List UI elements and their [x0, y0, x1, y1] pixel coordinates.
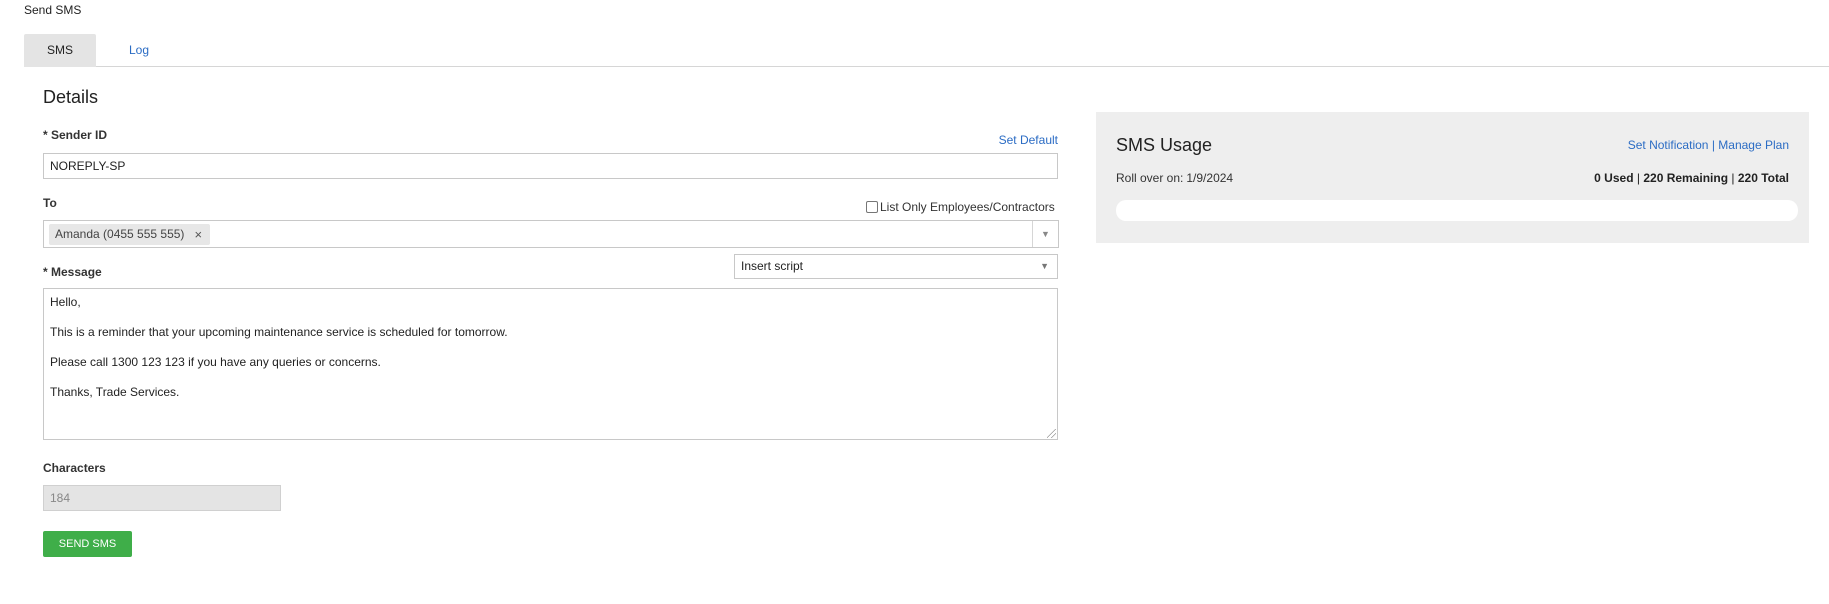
- insert-script-value: Insert script: [741, 259, 804, 273]
- insert-script-select[interactable]: Insert script ▼: [734, 254, 1058, 279]
- usage-links: Set Notification | Manage Plan: [1628, 138, 1789, 152]
- rollover-date: 1/9/2024: [1186, 171, 1234, 185]
- message-line: Hello,: [50, 295, 81, 309]
- chevron-down-icon: ▼: [1040, 261, 1049, 271]
- sms-usage-title: SMS Usage: [1116, 135, 1213, 155]
- message-line: Please call 1300 123 123 if you have any…: [50, 355, 381, 369]
- rollover-info: Roll over on: 1/9/2024: [1116, 171, 1233, 185]
- total-count: 220 Total: [1737, 171, 1789, 185]
- sender-id-input[interactable]: NOREPLY-SP: [43, 153, 1058, 179]
- set-default-link[interactable]: Set Default: [999, 133, 1058, 147]
- message-textarea[interactable]: Hello, This is a reminder that your upco…: [43, 288, 1058, 440]
- recipient-chip-label: Amanda (0455 555 555): [55, 227, 185, 241]
- characters-count-field: 184: [43, 485, 281, 511]
- send-sms-button[interactable]: SEND SMS: [43, 531, 132, 557]
- message-line: Thanks, Trade Services.: [50, 385, 180, 399]
- details-heading: Details: [43, 87, 99, 107]
- link-separator: |: [1711, 138, 1715, 152]
- page-title: Send SMS: [24, 3, 82, 17]
- sender-id-label: * Sender ID: [43, 128, 108, 142]
- employees-filter[interactable]: List Only Employees/Contractors: [866, 200, 1055, 214]
- remaining-count: 220 Remaining: [1643, 171, 1729, 185]
- rollover-label: Roll over on:: [1116, 171, 1184, 185]
- recipients-field[interactable]: Amanda (0455 555 555) × ▼: [43, 220, 1059, 248]
- tab-bar: SMS Log: [24, 34, 1829, 67]
- employees-filter-label: List Only Employees/Contractors: [880, 200, 1055, 214]
- tab-sms[interactable]: SMS: [24, 34, 96, 67]
- usage-stats: 0 Used | 220 Remaining | 220 Total: [1594, 171, 1789, 185]
- used-count: 0 Used: [1594, 171, 1634, 185]
- characters-label: Characters: [43, 461, 106, 475]
- recipient-chip: Amanda (0455 555 555) ×: [49, 224, 211, 245]
- recipients-dropdown-icon[interactable]: ▼: [1032, 221, 1058, 247]
- stats-separator: |: [1636, 171, 1640, 185]
- to-label: To: [43, 196, 57, 210]
- remove-recipient-icon[interactable]: ×: [194, 224, 202, 245]
- usage-progress-bar: [1116, 200, 1798, 221]
- manage-plan-link[interactable]: Manage Plan: [1718, 138, 1789, 152]
- message-label: * Message: [43, 265, 102, 279]
- stats-separator: |: [1731, 171, 1735, 185]
- sms-usage-panel: SMS Usage Set Notification | Manage Plan…: [1096, 112, 1809, 243]
- tab-log[interactable]: Log: [96, 34, 182, 67]
- resize-handle-icon[interactable]: [1047, 429, 1056, 438]
- employees-filter-checkbox[interactable]: [866, 201, 878, 213]
- message-line: This is a reminder that your upcoming ma…: [50, 325, 508, 339]
- set-notification-link[interactable]: Set Notification: [1628, 138, 1709, 152]
